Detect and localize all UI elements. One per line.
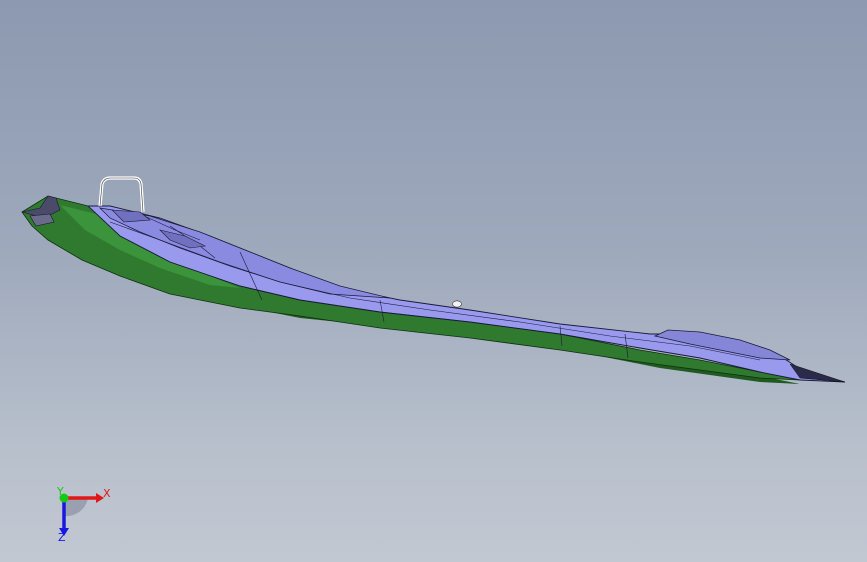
axis-triad: X Z Y bbox=[56, 485, 111, 544]
x-axis-label: X bbox=[103, 487, 111, 500]
y-axis-label: Y bbox=[56, 485, 64, 498]
graphics-viewport[interactable]: X Z Y bbox=[0, 0, 867, 562]
triad-shadow bbox=[64, 498, 88, 517]
model-knob bbox=[452, 300, 462, 308]
z-axis-label: Z bbox=[58, 531, 66, 544]
cad-model[interactable] bbox=[0, 0, 867, 562]
